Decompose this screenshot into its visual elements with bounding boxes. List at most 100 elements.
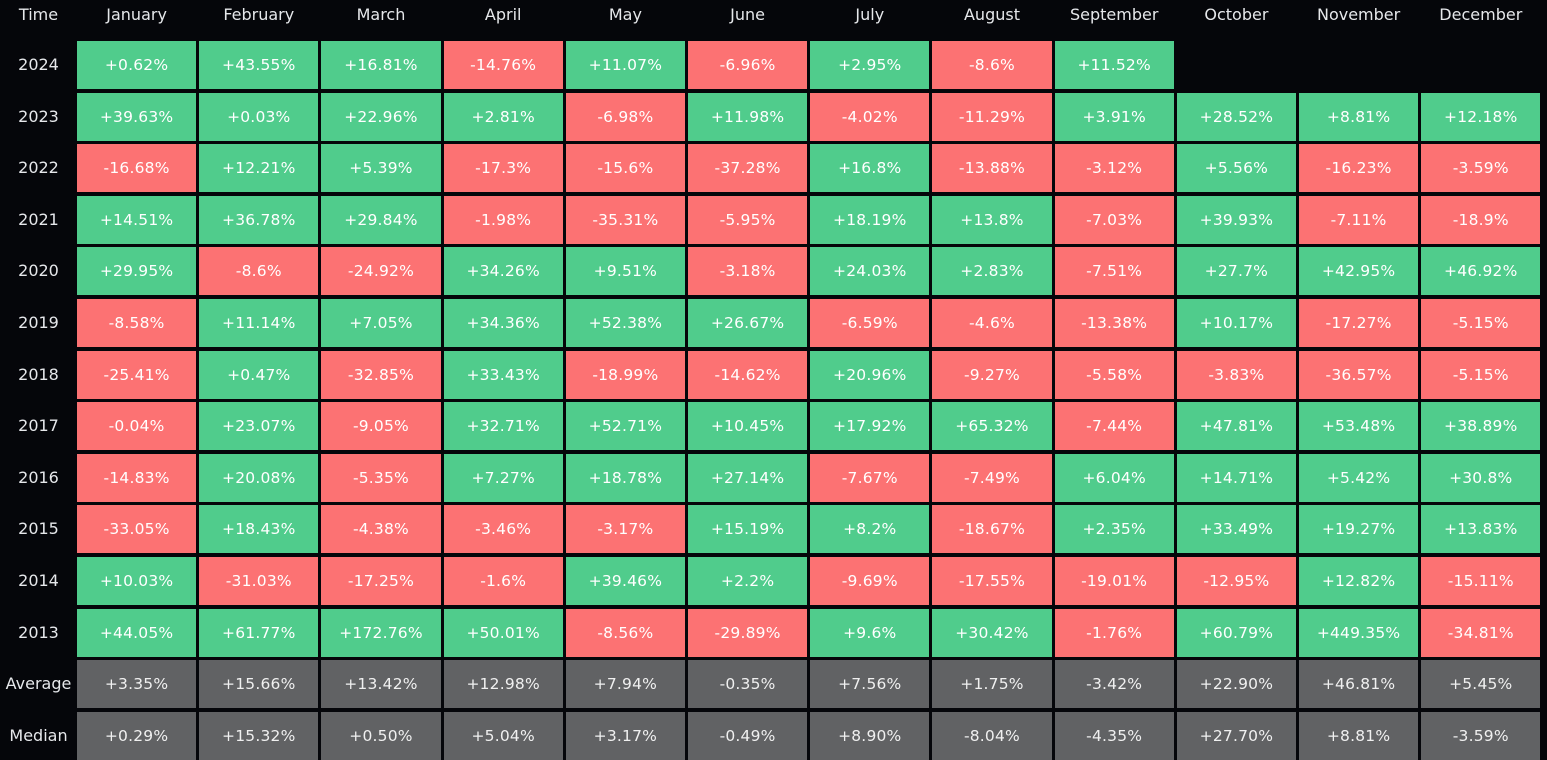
return-cell-2020-july: +24.03%	[810, 247, 930, 296]
return-cell-2022-november: -16.23%	[1299, 144, 1419, 193]
return-cell-2017-august: +65.32%	[932, 402, 1052, 451]
return-cell-2017-february: +23.07%	[199, 402, 319, 451]
return-cell-2013-december: -34.81%	[1421, 608, 1541, 657]
return-cell-2023-february: +0.03%	[199, 92, 319, 141]
return-cell-2016-february: +20.08%	[199, 453, 319, 502]
return-cell-2013-september: -1.76%	[1054, 608, 1174, 657]
return-cell-2017-january: -0.04%	[77, 402, 197, 451]
return-cell-2017-september: -7.44%	[1054, 402, 1174, 451]
return-cell-2015-june: +15.19%	[688, 505, 808, 554]
return-cell-2024-august: -8.6%	[932, 41, 1052, 89]
return-cell-2022-august: -13.88%	[932, 144, 1052, 193]
return-cell-2022-july: +16.8%	[810, 144, 930, 193]
return-cell-2013-october: +60.79%	[1176, 608, 1296, 657]
return-cell-2020-november: +42.95%	[1299, 247, 1419, 296]
return-cell-2021-september: -7.03%	[1054, 195, 1174, 244]
summary-cell-median-july: +8.90%	[810, 711, 930, 760]
column-header-june: June	[730, 5, 766, 24]
summary-cell-average-august: +1.75%	[932, 660, 1052, 709]
row-label-2016: 2016	[18, 467, 59, 487]
return-cell-2024-may: +11.07%	[565, 41, 685, 89]
return-cell-2015-july: +8.2%	[810, 505, 930, 554]
return-cell-2015-october: +33.49%	[1176, 505, 1296, 554]
return-cell-2019-march: +7.05%	[321, 299, 441, 347]
return-cell-2019-july: -6.59%	[810, 299, 930, 347]
summary-cell-median-april: +5.04%	[443, 711, 563, 760]
summary-cell-median-october: +27.70%	[1176, 711, 1296, 760]
column-header-december: December	[1439, 5, 1523, 24]
return-cell-2018-january: -25.41%	[77, 350, 197, 399]
return-cell-2015-april: -3.46%	[443, 505, 563, 554]
return-cell-2018-february: +0.47%	[199, 350, 319, 399]
return-cell-2014-july: -9.69%	[810, 557, 930, 605]
return-cell-2023-july: -4.02%	[810, 92, 930, 141]
return-cell-2018-october: -3.83%	[1176, 350, 1296, 399]
return-cell-2022-october: +5.56%	[1176, 144, 1296, 193]
summary-cell-average-december: +5.45%	[1421, 660, 1541, 709]
return-cell-2016-july: -7.67%	[810, 453, 930, 502]
return-cell-2013-july: +9.6%	[810, 608, 930, 657]
summary-cell-median-february: +15.32%	[199, 711, 319, 760]
return-cell-2018-may: -18.99%	[565, 350, 685, 399]
return-cell-2019-september: -13.38%	[1054, 299, 1174, 347]
return-cell-2014-june: +2.2%	[688, 557, 808, 605]
return-cell-2023-may: -6.98%	[565, 92, 685, 141]
row-label-2018: 2018	[18, 364, 59, 384]
summary-cell-average-july: +7.56%	[810, 660, 930, 709]
return-cell-2020-june: -3.18%	[688, 247, 808, 296]
return-cell-2023-november: +8.81%	[1299, 92, 1419, 141]
summary-cell-median-november: +8.81%	[1299, 711, 1419, 760]
summary-cell-median-may: +3.17%	[565, 711, 685, 760]
return-cell-2017-december: +38.89%	[1421, 402, 1541, 451]
summary-cell-median-august: -8.04%	[932, 711, 1052, 760]
return-cell-2013-february: +61.77%	[199, 608, 319, 657]
return-cell-2023-january: +39.63%	[77, 92, 197, 141]
summary-cell-average-february: +15.66%	[199, 660, 319, 709]
return-cell-2021-december: -18.9%	[1421, 195, 1541, 244]
return-cell-2020-september: -7.51%	[1054, 247, 1174, 296]
return-cell-2015-august: -18.67%	[932, 505, 1052, 554]
return-cell-2020-october: +27.7%	[1176, 247, 1296, 296]
return-cell-2014-september: -19.01%	[1054, 557, 1174, 605]
summary-cell-average-april: +12.98%	[443, 660, 563, 709]
return-cell-2016-march: -5.35%	[321, 453, 441, 502]
return-cell-2022-april: -17.3%	[443, 144, 563, 193]
corner-label: Time	[18, 5, 59, 24]
summary-cell-average-january: +3.35%	[77, 660, 197, 709]
return-cell-2015-september: +2.35%	[1054, 505, 1174, 554]
return-cell-2013-june: -29.89%	[688, 608, 808, 657]
return-cell-2014-february: -31.03%	[199, 557, 319, 605]
return-cell-2021-november: -7.11%	[1299, 195, 1419, 244]
return-cell-2016-june: +27.14%	[688, 453, 808, 502]
return-cell-2016-december: +30.8%	[1421, 453, 1541, 502]
column-header-september: September	[1069, 5, 1159, 24]
return-cell-2013-march: +172.76%	[321, 608, 441, 657]
return-cell-2016-august: -7.49%	[932, 453, 1052, 502]
summary-cell-median-september: -4.35%	[1054, 711, 1174, 760]
row-label-2020: 2020	[18, 261, 59, 281]
return-cell-2017-october: +47.81%	[1176, 402, 1296, 451]
summary-cell-average-march: +13.42%	[321, 660, 441, 709]
return-cell-2018-december: -5.15%	[1421, 350, 1541, 399]
return-cell-2016-may: +18.78%	[565, 453, 685, 502]
return-cell-2017-may: +52.71%	[565, 402, 685, 451]
return-cell-2017-march: -9.05%	[321, 402, 441, 451]
return-cell-2024-march: +16.81%	[321, 41, 441, 89]
return-cell-2022-june: -37.28%	[688, 144, 808, 193]
return-cell-2021-january: +14.51%	[77, 195, 197, 244]
return-cell-2018-november: -36.57%	[1299, 350, 1419, 399]
return-cell-2016-september: +6.04%	[1054, 453, 1174, 502]
return-cell-2024-september: +11.52%	[1054, 41, 1174, 89]
row-label-average: Average	[5, 674, 72, 694]
return-cell-2020-february: -8.6%	[199, 247, 319, 296]
summary-cell-average-october: +22.90%	[1176, 660, 1296, 709]
row-label-2013: 2013	[18, 622, 59, 642]
return-cell-2020-march: -24.92%	[321, 247, 441, 296]
column-header-july: July	[855, 5, 885, 24]
return-cell-2022-december: -3.59%	[1421, 144, 1541, 193]
return-cell-2021-october: +39.93%	[1176, 195, 1296, 244]
return-cell-2018-april: +33.43%	[443, 350, 563, 399]
return-cell-2022-february: +12.21%	[199, 144, 319, 193]
return-cell-2019-april: +34.36%	[443, 299, 563, 347]
return-cell-2021-april: -1.98%	[443, 195, 563, 244]
